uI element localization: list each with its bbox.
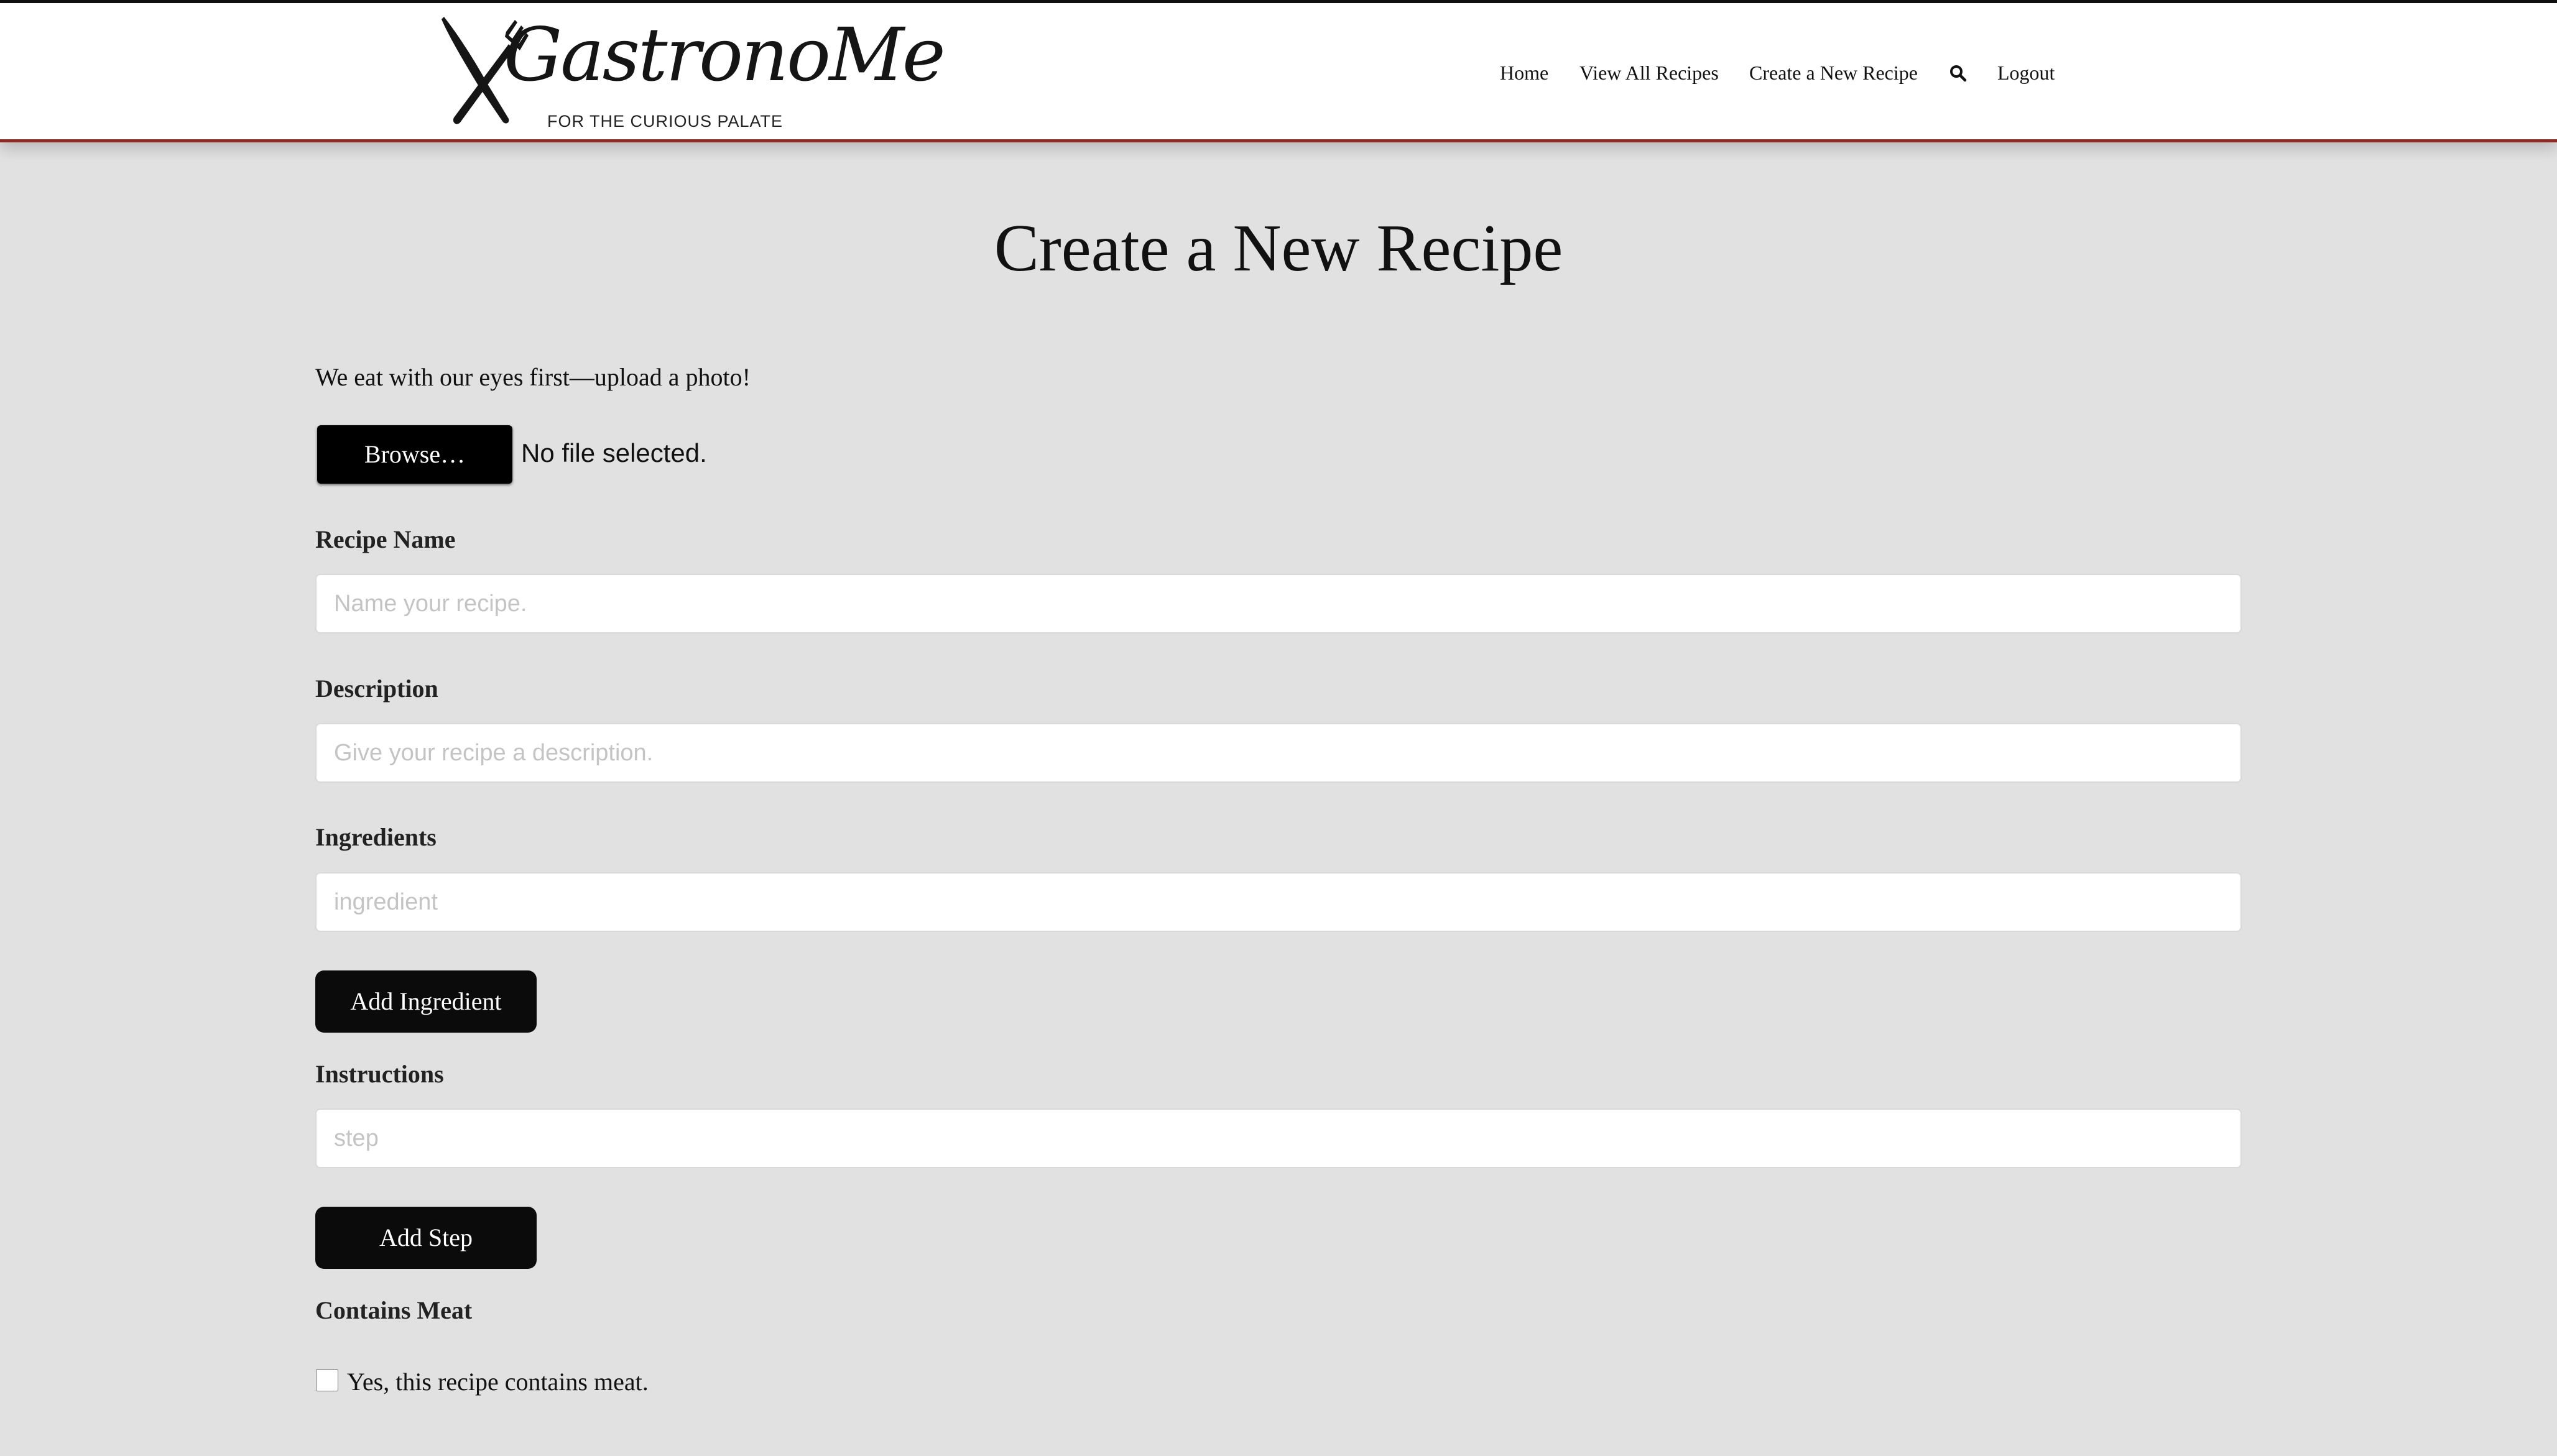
ingredients-label: Ingredients <box>315 823 437 851</box>
step-input[interactable] <box>315 1108 2242 1168</box>
ingredient-input[interactable] <box>315 872 2242 932</box>
description-input[interactable] <box>315 723 2242 783</box>
upload-prompt: We eat with our eyes first—upload a phot… <box>315 363 751 391</box>
add-step-button[interactable]: Add Step <box>315 1207 537 1269</box>
description-label: Description <box>315 675 438 703</box>
contains-meat-checkbox-label[interactable]: Yes, this recipe contains meat. <box>347 1366 649 1398</box>
search-icon[interactable] <box>1949 64 1967 83</box>
main-nav: Home View All Recipes Create a New Recip… <box>0 59 2557 86</box>
nav-view-all-recipes[interactable]: View All Recipes <box>1579 59 1719 86</box>
recipe-name-input[interactable] <box>315 574 2242 634</box>
file-status: No file selected. <box>521 438 707 468</box>
nav-create-new-recipe[interactable]: Create a New Recipe <box>1749 59 1918 86</box>
site-header: GastronoMe FOR THE CURIOUS PALATE Home V… <box>0 3 2557 142</box>
contains-meat-checkbox[interactable] <box>316 1369 338 1391</box>
brand-tagline: FOR THE CURIOUS PALATE <box>547 112 784 131</box>
browse-button[interactable]: Browse… <box>317 425 512 484</box>
page-title: Create a New Recipe <box>994 211 1563 285</box>
contains-meat-label: Contains Meat <box>315 1296 473 1324</box>
nav-logout[interactable]: Logout <box>1997 59 2055 86</box>
brand-name: GastronoMe <box>504 12 946 98</box>
instructions-label: Instructions <box>315 1060 444 1088</box>
nav-home[interactable]: Home <box>1500 59 1548 86</box>
add-ingredient-button[interactable]: Add Ingredient <box>315 970 537 1033</box>
recipe-name-label: Recipe Name <box>315 525 456 553</box>
